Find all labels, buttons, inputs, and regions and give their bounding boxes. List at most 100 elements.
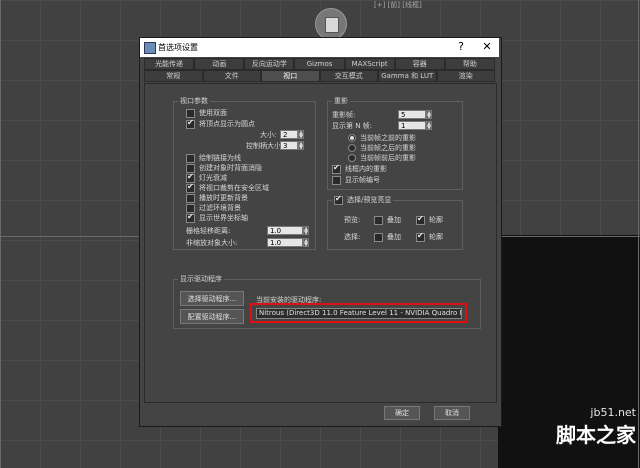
grid-nudge-label: 栅格轻移距离: bbox=[186, 227, 231, 235]
preview-outline-row[interactable]: 轮廓 bbox=[416, 214, 443, 225]
tab-containers[interactable]: 容器 bbox=[394, 58, 445, 70]
tab-row-1: 光能传递 动画 反向运动学 Gizmos MAXScript 容器 帮助 bbox=[144, 58, 495, 70]
tab-animation[interactable]: 动画 bbox=[194, 58, 245, 70]
checkbox-row[interactable]: 线框内的重影 bbox=[332, 163, 387, 174]
ghosting-frames-value[interactable]: 5 bbox=[398, 110, 426, 119]
checkbox-row[interactable]: 显示帧编号 bbox=[332, 175, 380, 185]
checkbox-label: 灯光衰减 bbox=[199, 174, 227, 182]
checkbox-row[interactable]: 创建对象时背面消隐 bbox=[186, 163, 262, 173]
watermark: jb51.net 脚本之家 bbox=[526, 406, 636, 466]
spinner-arrows-icon[interactable]: ▲ ▼ bbox=[426, 121, 432, 131]
configure-driver-button[interactable]: 配置驱动程序... bbox=[180, 309, 244, 324]
radio-button[interactable] bbox=[348, 144, 356, 152]
ok-button[interactable]: 确定 bbox=[384, 406, 420, 420]
tab-viewports[interactable]: 视口 bbox=[261, 70, 320, 82]
radio-row[interactable]: 当前帧之后的重影 bbox=[348, 143, 416, 153]
handle-size-label: 控制柄大小: bbox=[246, 142, 284, 150]
viewcube-icon[interactable] bbox=[325, 17, 339, 33]
checkbox[interactable] bbox=[374, 215, 383, 225]
tab-rendering[interactable]: 渲染 bbox=[436, 70, 495, 82]
dialog-title: 首选项设置 bbox=[158, 43, 198, 52]
radio-label: 当前帧前后的重影 bbox=[360, 154, 416, 162]
tab-gamma-lut[interactable]: Gamma 和 LUT bbox=[378, 70, 437, 82]
choose-driver-button[interactable]: 选择驱动程序... bbox=[180, 291, 244, 306]
group-title: 重影 bbox=[332, 96, 350, 106]
checkbox-label: 创建对象时背面消隐 bbox=[199, 164, 262, 172]
tab-row-2: 常规 文件 视口 交互模式 Gamma 和 LUT 渲染 bbox=[144, 70, 495, 82]
cancel-button[interactable]: 取消 bbox=[434, 406, 470, 420]
checkbox-row[interactable]: 将顶点显示为圆点 bbox=[186, 118, 255, 129]
checkbox-row[interactable]: 显示世界坐标轴 bbox=[186, 212, 248, 223]
checkbox-row[interactable]: 过滤环境背景 bbox=[186, 203, 241, 213]
radio-button[interactable] bbox=[348, 154, 356, 162]
dialog-titlebar[interactable]: 首选项设置 ? ✕ bbox=[140, 38, 499, 57]
select-outline-row[interactable]: 轮廓 bbox=[416, 231, 443, 242]
spinner-arrows-icon[interactable]: ▲ ▼ bbox=[303, 226, 309, 236]
group-title: 显示驱动程序 bbox=[178, 274, 224, 284]
nth-frame-value[interactable]: 1 bbox=[398, 121, 426, 130]
checkbox[interactable] bbox=[416, 214, 425, 225]
checkbox[interactable] bbox=[416, 231, 425, 242]
preview-overlay-row[interactable]: 叠加 bbox=[374, 215, 401, 225]
ghosting-group: 重影 重影帧: 5 ▲ ▼ 显示第 N 帧: 1 ▲ ▼ 当前帧之前的重影 当前帧之… bbox=[327, 96, 463, 190]
checkbox-label: 叠加 bbox=[387, 233, 401, 241]
select-overlay-row[interactable]: 叠加 bbox=[374, 232, 401, 242]
non-scale-spinner[interactable]: 1.0 ▲ ▼ bbox=[267, 238, 309, 248]
checkbox[interactable] bbox=[332, 175, 341, 185]
tab-radiosity[interactable]: 光能传递 bbox=[144, 58, 195, 70]
watermark-text: 脚本之家 bbox=[556, 423, 636, 447]
radio-button[interactable] bbox=[348, 134, 356, 142]
spinner-arrows-icon[interactable]: ▲ ▼ bbox=[303, 238, 309, 248]
checkbox-row[interactable]: 将视口裁剪在安全区域 bbox=[186, 182, 269, 193]
viewport-label[interactable]: [+] [前] [线框] bbox=[374, 0, 422, 10]
checkbox-label: 将顶点显示为圆点 bbox=[199, 120, 255, 128]
group-title: 视口参数 bbox=[178, 96, 210, 106]
grid-nudge-spinner[interactable]: 1.0 ▲ ▼ bbox=[267, 226, 309, 236]
tab-files[interactable]: 文件 bbox=[202, 70, 261, 82]
help-button[interactable]: ? bbox=[450, 40, 472, 53]
checkbox-label: 显示世界坐标轴 bbox=[199, 214, 248, 222]
checkbox[interactable] bbox=[186, 182, 195, 193]
tab-maxscript[interactable]: MAXScript bbox=[344, 58, 395, 70]
viewcube-gizmo[interactable] bbox=[315, 8, 347, 40]
checkbox[interactable] bbox=[186, 212, 195, 223]
checkbox-row[interactable]: 使用双面 bbox=[186, 108, 227, 118]
tab-inverse-kinematics[interactable]: 反向运动学 bbox=[244, 58, 295, 70]
radio-row[interactable]: 当前帧之前的重影 bbox=[348, 133, 416, 143]
checkbox[interactable] bbox=[332, 163, 341, 174]
nth-frame-spinner[interactable]: 1 ▲ ▼ bbox=[398, 121, 432, 131]
checkbox-label: 将视口裁剪在安全区域 bbox=[199, 184, 269, 192]
viewport-parameters-group: 视口参数 使用双面 将顶点显示为圆点 大小: 2 ▲▼ 控制柄大小: 3 ▲▼ … bbox=[173, 96, 316, 250]
checkbox-row[interactable]: 绘制链接为线 bbox=[186, 153, 241, 163]
tab-general[interactable]: 常规 bbox=[144, 70, 203, 82]
checkbox-label: 显示帧编号 bbox=[345, 176, 380, 184]
checkbox-label: 过滤环境背景 bbox=[199, 204, 241, 212]
tab-gizmos[interactable]: Gizmos bbox=[294, 58, 345, 70]
close-icon[interactable]: ✕ bbox=[476, 40, 498, 53]
checkbox[interactable] bbox=[334, 194, 343, 205]
checkbox[interactable] bbox=[186, 108, 195, 118]
spinner-arrows-icon[interactable]: ▲ ▼ bbox=[426, 110, 432, 120]
selection-highlight-toggle[interactable]: 选择/预览亮显 bbox=[332, 194, 394, 205]
size-label: 大小: bbox=[260, 131, 277, 139]
checkbox[interactable] bbox=[374, 232, 383, 242]
checkbox[interactable] bbox=[186, 118, 195, 129]
viewports-panel: 视口参数 使用双面 将顶点显示为圆点 大小: 2 ▲▼ 控制柄大小: 3 ▲▼ … bbox=[144, 83, 497, 403]
ghosting-frames-spinner[interactable]: 5 ▲ ▼ bbox=[398, 110, 432, 120]
checkbox-row[interactable]: 播放时更新背景 bbox=[186, 193, 248, 203]
spinner-arrows-icon[interactable]: ▲ ▼ bbox=[298, 130, 304, 140]
tab-interaction-mode[interactable]: 交互模式 bbox=[319, 70, 378, 82]
selection-preview-group: 选择/预览亮显 预览: 叠加 轮廓 选择: 叠加 轮廓 bbox=[327, 194, 463, 250]
grid-nudge-value[interactable]: 1.0 bbox=[267, 226, 303, 235]
handle-size-spinner[interactable]: 3 ▲ ▼ bbox=[280, 141, 304, 151]
spinner-arrows-icon[interactable]: ▲ ▼ bbox=[298, 141, 304, 151]
handle-size-value[interactable]: 3 bbox=[280, 141, 298, 150]
non-scale-value[interactable]: 1.0 bbox=[267, 238, 303, 247]
size-spinner[interactable]: 2 ▲ ▼ bbox=[280, 130, 304, 140]
radio-row[interactable]: 当前帧前后的重影 bbox=[348, 153, 416, 163]
display-driver-group: 显示驱动程序 选择驱动程序... 配置驱动程序... 当前安装的驱动程序: Ni… bbox=[173, 274, 481, 329]
checkbox[interactable] bbox=[186, 153, 195, 163]
size-value[interactable]: 2 bbox=[280, 130, 298, 139]
tab-help[interactable]: 帮助 bbox=[444, 58, 495, 70]
checkbox[interactable] bbox=[186, 193, 195, 203]
